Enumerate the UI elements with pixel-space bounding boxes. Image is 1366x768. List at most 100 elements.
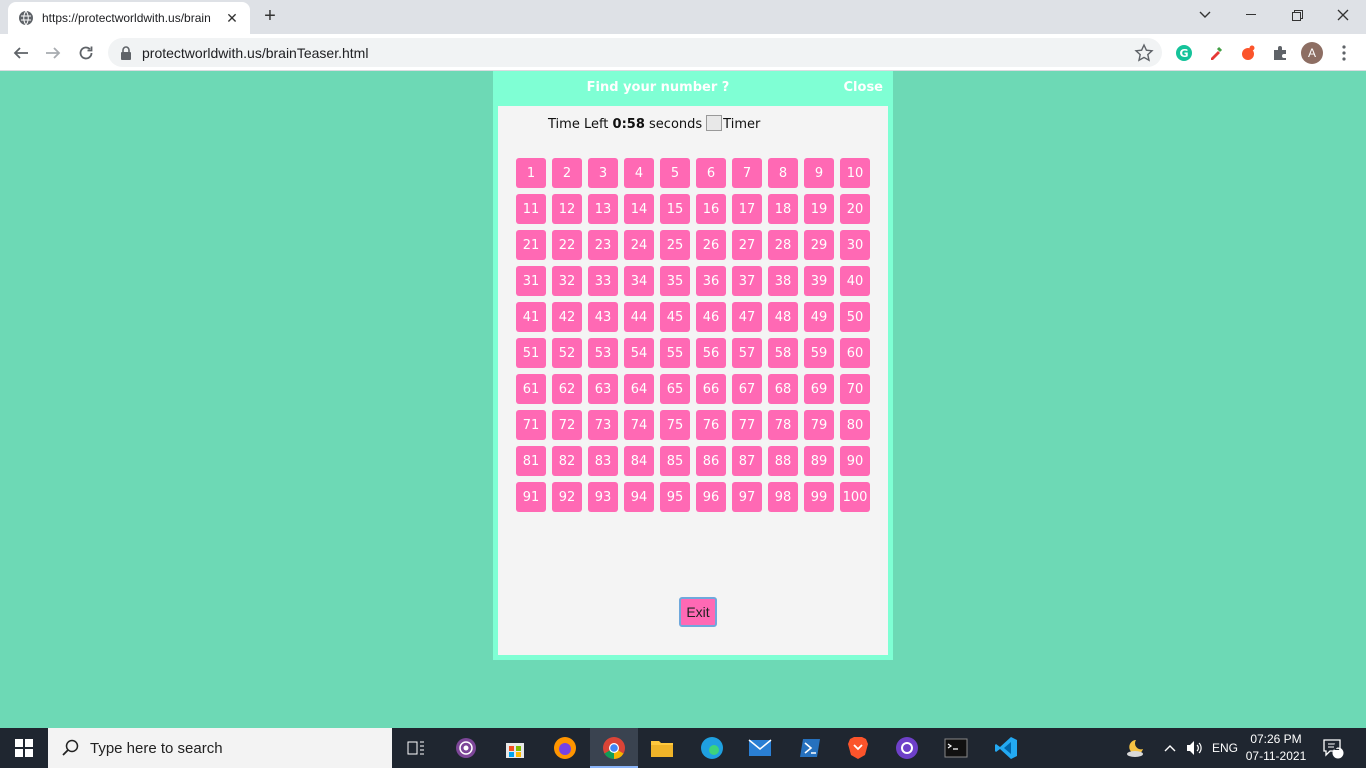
task-view-button[interactable] — [392, 728, 440, 768]
number-tile[interactable]: 34 — [624, 266, 654, 296]
number-tile[interactable]: 79 — [804, 410, 834, 440]
color-picker-extension-button[interactable] — [1205, 42, 1227, 64]
number-tile[interactable]: 38 — [768, 266, 798, 296]
tor-browser-button[interactable] — [442, 728, 490, 768]
restore-button[interactable] — [1274, 0, 1320, 30]
number-tile[interactable]: 30 — [840, 230, 870, 260]
number-tile[interactable]: 31 — [516, 266, 546, 296]
number-tile[interactable]: 42 — [552, 302, 582, 332]
number-tile[interactable]: 51 — [516, 338, 546, 368]
number-tile[interactable]: 93 — [588, 482, 618, 512]
number-tile[interactable]: 81 — [516, 446, 546, 476]
number-tile[interactable]: 72 — [552, 410, 582, 440]
number-tile[interactable]: 86 — [696, 446, 726, 476]
weather-tray-icon[interactable] — [1124, 728, 1146, 768]
number-tile[interactable]: 40 — [840, 266, 870, 296]
number-tile[interactable]: 59 — [804, 338, 834, 368]
number-tile[interactable]: 23 — [588, 230, 618, 260]
number-tile[interactable]: 27 — [732, 230, 762, 260]
number-tile[interactable]: 85 — [660, 446, 690, 476]
number-tile[interactable]: 58 — [768, 338, 798, 368]
number-tile[interactable]: 84 — [624, 446, 654, 476]
number-tile[interactable]: 55 — [660, 338, 690, 368]
number-tile[interactable]: 8 — [768, 158, 798, 188]
number-tile[interactable]: 71 — [516, 410, 546, 440]
brave-browser-button[interactable] — [834, 728, 882, 768]
number-tile[interactable]: 45 — [660, 302, 690, 332]
number-tile[interactable]: 48 — [768, 302, 798, 332]
number-tile[interactable]: 83 — [588, 446, 618, 476]
number-tile[interactable]: 57 — [732, 338, 762, 368]
profile-avatar[interactable]: A — [1301, 42, 1323, 64]
number-tile[interactable]: 99 — [804, 482, 834, 512]
number-tile[interactable]: 47 — [732, 302, 762, 332]
brave-extension-button[interactable] — [1237, 42, 1259, 64]
number-tile[interactable]: 66 — [696, 374, 726, 404]
number-tile[interactable]: 13 — [588, 194, 618, 224]
number-tile[interactable]: 3 — [588, 158, 618, 188]
number-tile[interactable]: 16 — [696, 194, 726, 224]
number-tile[interactable]: 64 — [624, 374, 654, 404]
taskbar-search-box[interactable]: Type here to search — [48, 728, 392, 768]
number-tile[interactable]: 21 — [516, 230, 546, 260]
github-desktop-button[interactable] — [883, 728, 931, 768]
modal-close-button[interactable]: Close — [844, 80, 883, 95]
number-tile[interactable]: 19 — [804, 194, 834, 224]
number-tile[interactable]: 15 — [660, 194, 690, 224]
number-tile[interactable]: 5 — [660, 158, 690, 188]
browser-menu-button[interactable] — [1333, 42, 1355, 64]
forward-button[interactable] — [40, 40, 66, 66]
number-tile[interactable]: 37 — [732, 266, 762, 296]
number-tile[interactable]: 4 — [624, 158, 654, 188]
number-tile[interactable]: 92 — [552, 482, 582, 512]
number-tile[interactable]: 14 — [624, 194, 654, 224]
language-indicator[interactable]: ENG — [1212, 728, 1238, 768]
number-tile[interactable]: 35 — [660, 266, 690, 296]
address-bar[interactable]: protectworldwith.us/brainTeaser.html — [108, 38, 1162, 67]
number-tile[interactable]: 98 — [768, 482, 798, 512]
number-tile[interactable]: 68 — [768, 374, 798, 404]
number-tile[interactable]: 87 — [732, 446, 762, 476]
exit-button[interactable]: Exit — [679, 597, 717, 627]
number-tile[interactable]: 29 — [804, 230, 834, 260]
number-tile[interactable]: 80 — [840, 410, 870, 440]
number-tile[interactable]: 74 — [624, 410, 654, 440]
number-tile[interactable]: 70 — [840, 374, 870, 404]
number-tile[interactable]: 36 — [696, 266, 726, 296]
powershell-button[interactable] — [786, 728, 834, 768]
extensions-button[interactable] — [1269, 42, 1291, 64]
number-tile[interactable]: 26 — [696, 230, 726, 260]
number-tile[interactable]: 52 — [552, 338, 582, 368]
number-tile[interactable]: 67 — [732, 374, 762, 404]
number-tile[interactable]: 25 — [660, 230, 690, 260]
number-tile[interactable]: 24 — [624, 230, 654, 260]
volume-button[interactable] — [1186, 728, 1204, 768]
number-tile[interactable]: 61 — [516, 374, 546, 404]
number-tile[interactable]: 6 — [696, 158, 726, 188]
number-tile[interactable]: 97 — [732, 482, 762, 512]
number-tile[interactable]: 77 — [732, 410, 762, 440]
reload-button[interactable] — [73, 40, 99, 66]
number-tile[interactable]: 9 — [804, 158, 834, 188]
back-button[interactable] — [8, 40, 34, 66]
show-hidden-icons-button[interactable] — [1164, 728, 1176, 768]
number-tile[interactable]: 11 — [516, 194, 546, 224]
number-tile[interactable]: 78 — [768, 410, 798, 440]
number-tile[interactable]: 46 — [696, 302, 726, 332]
number-tile[interactable]: 90 — [840, 446, 870, 476]
number-tile[interactable]: 63 — [588, 374, 618, 404]
number-tile[interactable]: 56 — [696, 338, 726, 368]
mail-button[interactable] — [736, 728, 784, 768]
number-tile[interactable]: 88 — [768, 446, 798, 476]
number-tile[interactable]: 75 — [660, 410, 690, 440]
window-close-button[interactable] — [1320, 0, 1366, 30]
minimize-button[interactable] — [1228, 0, 1274, 30]
bookmark-star-icon[interactable] — [1134, 42, 1154, 63]
number-tile[interactable]: 76 — [696, 410, 726, 440]
number-tile[interactable]: 22 — [552, 230, 582, 260]
number-tile[interactable]: 41 — [516, 302, 546, 332]
number-tile[interactable]: 2 — [552, 158, 582, 188]
notifications-button[interactable]: 2 — [1322, 728, 1344, 768]
number-tile[interactable]: 28 — [768, 230, 798, 260]
number-tile[interactable]: 94 — [624, 482, 654, 512]
